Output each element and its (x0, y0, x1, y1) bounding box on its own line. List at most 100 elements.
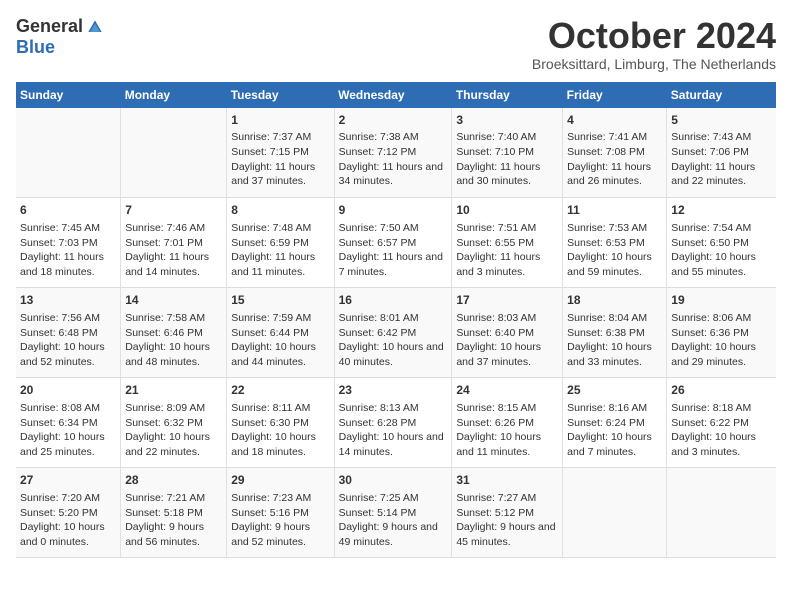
day-info: Sunrise: 8:06 AM Sunset: 6:36 PM Dayligh… (671, 311, 772, 370)
day-number: 2 (339, 112, 448, 129)
location-subtitle: Broeksittard, Limburg, The Netherlands (532, 56, 776, 72)
calendar-cell: 27 Sunrise: 7:20 AM Sunset: 5:20 PM Dayli… (16, 468, 121, 558)
calendar-cell: 10 Sunrise: 7:51 AM Sunset: 6:55 PM Dayli… (452, 198, 563, 288)
day-number: 20 (20, 382, 116, 399)
calendar-cell: 6Sunrise: 7:45 AM Sunset: 7:03 PM Daylig… (16, 198, 121, 288)
day-number: 8 (231, 202, 329, 219)
day-info: Sunrise: 7:20 AM Sunset: 5:20 PM Dayligh… (20, 491, 116, 550)
calendar-cell: 7 Sunrise: 7:46 AM Sunset: 7:01 PM Daylig… (121, 198, 227, 288)
day-number: 5 (671, 112, 772, 129)
day-number: 13 (20, 292, 116, 309)
day-info: Sunrise: 7:41 AM Sunset: 7:08 PM Dayligh… (567, 130, 662, 189)
day-number: 21 (125, 382, 222, 399)
day-number: 25 (567, 382, 662, 399)
day-of-week-header: Wednesday (334, 82, 452, 108)
day-number: 19 (671, 292, 772, 309)
day-number: 3 (456, 112, 558, 129)
logo: General Blue (16, 16, 105, 58)
day-number: 17 (456, 292, 558, 309)
day-number: 9 (339, 202, 448, 219)
day-number: 23 (339, 382, 448, 399)
calendar-cell (563, 468, 667, 558)
calendar-cell: 15Sunrise: 7:59 AM Sunset: 6:44 PM Dayli… (227, 288, 334, 378)
calendar-cell: 21 Sunrise: 8:09 AM Sunset: 6:32 PM Dayli… (121, 378, 227, 468)
day-info: Sunrise: 7:27 AM Sunset: 5:12 PM Dayligh… (456, 491, 558, 550)
calendar-cell: 11 Sunrise: 7:53 AM Sunset: 6:53 PM Dayli… (563, 198, 667, 288)
calendar-cell: 29Sunrise: 7:23 AM Sunset: 5:16 PM Dayli… (227, 468, 334, 558)
logo-icon (85, 17, 105, 37)
day-info: Sunrise: 7:51 AM Sunset: 6:55 PM Dayligh… (456, 221, 558, 280)
day-info: Sunrise: 7:45 AM Sunset: 7:03 PM Dayligh… (20, 221, 116, 280)
day-number: 11 (567, 202, 662, 219)
day-info: Sunrise: 7:58 AM Sunset: 6:46 PM Dayligh… (125, 311, 222, 370)
day-number: 12 (671, 202, 772, 219)
day-info: Sunrise: 8:03 AM Sunset: 6:40 PM Dayligh… (456, 311, 558, 370)
day-info: Sunrise: 8:08 AM Sunset: 6:34 PM Dayligh… (20, 401, 116, 460)
logo-blue-text: Blue (16, 37, 55, 58)
day-of-week-header: Saturday (667, 82, 776, 108)
day-info: Sunrise: 7:37 AM Sunset: 7:15 PM Dayligh… (231, 130, 329, 189)
calendar-cell: 3Sunrise: 7:40 AM Sunset: 7:10 PM Daylig… (452, 108, 563, 198)
calendar-cell: 4Sunrise: 7:41 AM Sunset: 7:08 PM Daylig… (563, 108, 667, 198)
calendar-header-row: SundayMondayTuesdayWednesdayThursdayFrid… (16, 82, 776, 108)
calendar-cell (121, 108, 227, 198)
calendar-week-row: 20 Sunrise: 8:08 AM Sunset: 6:34 PM Dayli… (16, 378, 776, 468)
calendar-cell: 12 Sunrise: 7:54 AM Sunset: 6:50 PM Dayli… (667, 198, 776, 288)
calendar-cell: 23Sunrise: 8:13 AM Sunset: 6:28 PM Dayli… (334, 378, 452, 468)
month-title: October 2024 (532, 16, 776, 56)
calendar-cell: 24Sunrise: 8:15 AM Sunset: 6:26 PM Dayli… (452, 378, 563, 468)
day-info: Sunrise: 7:25 AM Sunset: 5:14 PM Dayligh… (339, 491, 448, 550)
day-of-week-header: Thursday (452, 82, 563, 108)
day-of-week-header: Tuesday (227, 82, 334, 108)
page-header: General Blue October 2024 Broeksittard, … (16, 16, 776, 72)
day-number: 31 (456, 472, 558, 489)
day-info: Sunrise: 7:46 AM Sunset: 7:01 PM Dayligh… (125, 221, 222, 280)
calendar-cell: 5Sunrise: 7:43 AM Sunset: 7:06 PM Daylig… (667, 108, 776, 198)
day-number: 28 (125, 472, 222, 489)
calendar-cell (16, 108, 121, 198)
day-info: Sunrise: 8:09 AM Sunset: 6:32 PM Dayligh… (125, 401, 222, 460)
day-number: 30 (339, 472, 448, 489)
day-number: 4 (567, 112, 662, 129)
calendar-cell: 17 Sunrise: 8:03 AM Sunset: 6:40 PM Dayli… (452, 288, 563, 378)
calendar-cell: 14 Sunrise: 7:58 AM Sunset: 6:46 PM Dayli… (121, 288, 227, 378)
day-of-week-header: Monday (121, 82, 227, 108)
day-info: Sunrise: 8:18 AM Sunset: 6:22 PM Dayligh… (671, 401, 772, 460)
calendar-week-row: 6Sunrise: 7:45 AM Sunset: 7:03 PM Daylig… (16, 198, 776, 288)
calendar-week-row: 13 Sunrise: 7:56 AM Sunset: 6:48 PM Dayli… (16, 288, 776, 378)
day-info: Sunrise: 7:21 AM Sunset: 5:18 PM Dayligh… (125, 491, 222, 550)
day-info: Sunrise: 7:40 AM Sunset: 7:10 PM Dayligh… (456, 130, 558, 189)
calendar-cell: 20 Sunrise: 8:08 AM Sunset: 6:34 PM Dayli… (16, 378, 121, 468)
day-number: 10 (456, 202, 558, 219)
day-number: 7 (125, 202, 222, 219)
calendar-week-row: 1Sunrise: 7:37 AM Sunset: 7:15 PM Daylig… (16, 108, 776, 198)
day-info: Sunrise: 8:16 AM Sunset: 6:24 PM Dayligh… (567, 401, 662, 460)
calendar-cell: 30 Sunrise: 7:25 AM Sunset: 5:14 PM Dayli… (334, 468, 452, 558)
day-number: 1 (231, 112, 329, 129)
calendar-cell: 13 Sunrise: 7:56 AM Sunset: 6:48 PM Dayli… (16, 288, 121, 378)
day-info: Sunrise: 8:01 AM Sunset: 6:42 PM Dayligh… (339, 311, 448, 370)
calendar-table: SundayMondayTuesdayWednesdayThursdayFrid… (16, 82, 776, 559)
title-block: October 2024 Broeksittard, Limburg, The … (532, 16, 776, 72)
day-number: 27 (20, 472, 116, 489)
calendar-cell: 22Sunrise: 8:11 AM Sunset: 6:30 PM Dayli… (227, 378, 334, 468)
calendar-cell: 2Sunrise: 7:38 AM Sunset: 7:12 PM Daylig… (334, 108, 452, 198)
day-info: Sunrise: 7:50 AM Sunset: 6:57 PM Dayligh… (339, 221, 448, 280)
day-info: Sunrise: 7:48 AM Sunset: 6:59 PM Dayligh… (231, 221, 329, 280)
calendar-cell: 19 Sunrise: 8:06 AM Sunset: 6:36 PM Dayli… (667, 288, 776, 378)
calendar-cell: 26 Sunrise: 8:18 AM Sunset: 6:22 PM Dayli… (667, 378, 776, 468)
day-number: 16 (339, 292, 448, 309)
day-info: Sunrise: 7:53 AM Sunset: 6:53 PM Dayligh… (567, 221, 662, 280)
day-of-week-header: Friday (563, 82, 667, 108)
calendar-cell: 1Sunrise: 7:37 AM Sunset: 7:15 PM Daylig… (227, 108, 334, 198)
day-info: Sunrise: 7:56 AM Sunset: 6:48 PM Dayligh… (20, 311, 116, 370)
day-number: 29 (231, 472, 329, 489)
day-of-week-header: Sunday (16, 82, 121, 108)
calendar-cell: 8 Sunrise: 7:48 AM Sunset: 6:59 PM Daylig… (227, 198, 334, 288)
day-info: Sunrise: 7:38 AM Sunset: 7:12 PM Dayligh… (339, 130, 448, 189)
day-info: Sunrise: 7:54 AM Sunset: 6:50 PM Dayligh… (671, 221, 772, 280)
day-number: 14 (125, 292, 222, 309)
calendar-cell: 25 Sunrise: 8:16 AM Sunset: 6:24 PM Dayli… (563, 378, 667, 468)
day-info: Sunrise: 8:15 AM Sunset: 6:26 PM Dayligh… (456, 401, 558, 460)
day-number: 26 (671, 382, 772, 399)
